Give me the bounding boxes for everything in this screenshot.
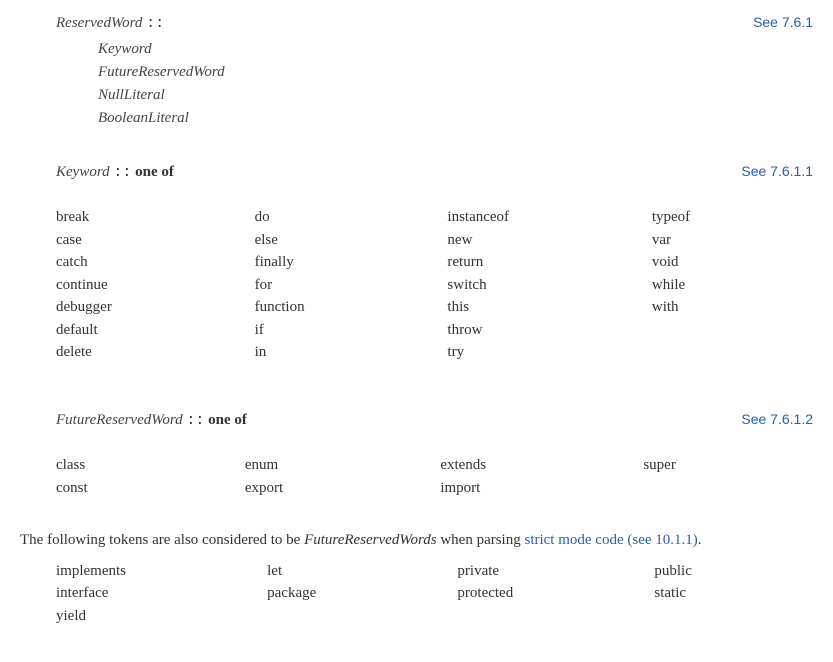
keyword-cell: continue [56,274,235,297]
strict-table: implements let private public interface packa… [56,560,813,628]
one-of-future: one of [208,412,247,428]
keyword-cell [457,605,634,628]
keyword-cell: delete [56,341,235,364]
keyword-section: See 7.6.1.1 Keyword :: one of breakdoins… [20,161,813,364]
keyword-cell: import [440,477,623,500]
keyword-cell [652,341,813,364]
keyword-cell [267,605,437,628]
keyword-cell: enum [245,454,421,477]
keyword-cell: instanceof [447,206,631,229]
keyword-cell: yield [56,605,247,628]
keyword-cell: static [654,582,813,605]
keyword-cell: public [654,560,813,583]
para-prefix: The following tokens are also considered… [20,532,304,548]
keyword-cell: const [56,477,225,500]
keyword-cell: package [267,582,437,605]
one-of-keyword: one of [135,164,174,180]
para-mid: when parsing [437,532,525,548]
keyword-cell: class [56,454,225,477]
keyword-cell: implements [56,560,247,583]
alts-reserved: Keyword FutureReservedWord NullLiteral B… [98,38,813,131]
alt: NullLiteral [98,84,813,107]
rule-head-keyword: Keyword :: one of [56,161,813,185]
reserved-word-section: See 7.6.1 ReservedWord :: Keyword Future… [20,12,813,131]
keyword-cell: default [56,319,235,342]
rule-head-reserved: ReservedWord :: [56,12,813,36]
keyword-cell: break [56,206,235,229]
keyword-cell: let [267,560,437,583]
future-section: See 7.6.1.2 FutureReservedWord :: one of… [20,409,813,500]
keyword-cell: interface [56,582,247,605]
sep-reserved: :: [146,15,164,32]
alt: BooleanLiteral [98,107,813,130]
strict-mode-link[interactable]: strict mode code (see 10.1.1) [524,532,697,548]
keyword-cell: export [245,477,421,500]
keyword-cell: void [652,251,813,274]
keyword-cell: do [255,206,428,229]
keyword-cell: new [447,229,631,252]
see-link-keyword[interactable]: See 7.6.1.1 [741,161,813,182]
future-table: class enum extends super const export import [56,454,813,499]
keyword-cell: function [255,296,428,319]
keyword-cell: finally [255,251,428,274]
keyword-cell: while [652,274,813,297]
keyword-cell: super [643,454,813,477]
keyword-cell: if [255,319,428,342]
keyword-cell [652,319,813,342]
keyword-cell: try [447,341,631,364]
keyword-cell: with [652,296,813,319]
keyword-cell: debugger [56,296,235,319]
keyword-cell: protected [457,582,634,605]
keyword-cell: throw [447,319,631,342]
strict-paragraph: The following tokens are also considered… [20,529,813,552]
keyword-cell: else [255,229,428,252]
lhs-keyword: Keyword [56,164,110,180]
keyword-cell: extends [440,454,623,477]
keyword-cell: in [255,341,428,364]
alt: FutureReservedWord [98,61,813,84]
keyword-cell: for [255,274,428,297]
keyword-cell: switch [447,274,631,297]
lhs-future: FutureReservedWord [56,412,183,428]
sep-future: :: [186,412,204,429]
keyword-cell: this [447,296,631,319]
see-link-future[interactable]: See 7.6.1.2 [741,409,813,430]
para-suffix: . [698,532,702,548]
keyword-cell: var [652,229,813,252]
rule-head-future: FutureReservedWord :: one of [56,409,813,433]
para-ital: FutureReservedWords [304,532,436,548]
keyword-cell: private [457,560,634,583]
keyword-cell: typeof [652,206,813,229]
keyword-cell [654,605,813,628]
alt: Keyword [98,38,813,61]
see-link-reserved[interactable]: See 7.6.1 [753,12,813,33]
sep-keyword: :: [113,164,131,181]
keyword-table: breakdo instanceof typeof case elsenewvar cat… [56,206,813,364]
keyword-cell: return [447,251,631,274]
keyword-cell [643,477,813,500]
keyword-cell: case [56,229,235,252]
keyword-cell: catch [56,251,235,274]
lhs-reserved: ReservedWord [56,15,142,31]
